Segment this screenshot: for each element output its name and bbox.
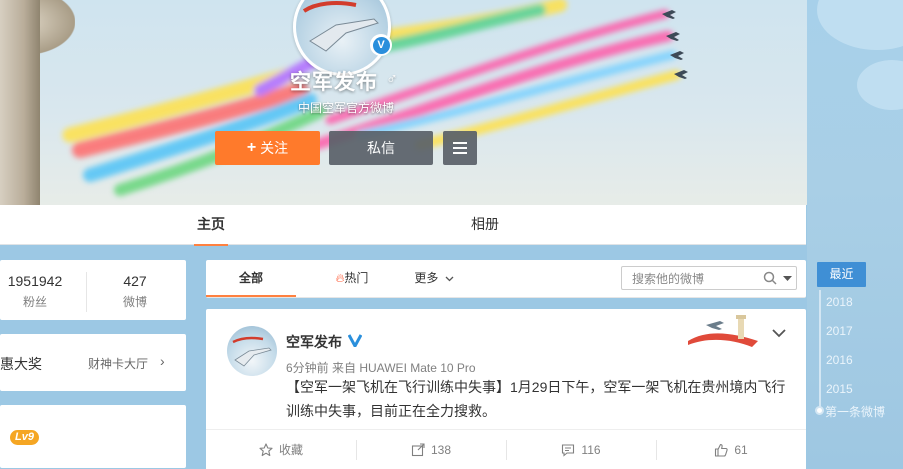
timeline-year-2017[interactable]: 2017: [826, 324, 853, 338]
followers-count[interactable]: 1951942: [0, 273, 70, 289]
tab-album[interactable]: 相册: [470, 205, 500, 244]
like-button[interactable]: 61: [656, 430, 806, 469]
timeline-dot-icon: [815, 406, 824, 415]
comment-count: 116: [581, 442, 601, 457]
tab-hot-label: 热门: [344, 271, 369, 285]
level-card: Lv9: [0, 405, 186, 468]
smoke-trails-illustration: [62, 0, 688, 196]
lottery-card[interactable]: 惠大奖 财神卡大厅 ›: [0, 334, 186, 391]
post-author-avatar[interactable]: [227, 326, 277, 376]
favorite-button[interactable]: 收藏: [206, 430, 356, 469]
message-button[interactable]: 私信: [329, 131, 433, 165]
decoration-banner-icon: [688, 315, 758, 347]
follow-label: 关注: [260, 140, 289, 156]
timeline-current[interactable]: 最近: [817, 262, 866, 287]
pillar-decoration: [0, 0, 40, 205]
cloud-decoration: [817, 0, 903, 50]
verified-v-icon: [348, 334, 362, 347]
post-card: 空军发布 6分钟前 来自 HUAWEI Mate 10 Pro 【空军一架飞机在…: [206, 309, 806, 469]
stats-card: 1951942 粉丝 427 微博: [0, 260, 186, 320]
star-icon: [259, 442, 273, 456]
followers-label[interactable]: 粉丝: [0, 293, 70, 310]
timeline-year-2015[interactable]: 2015: [826, 382, 853, 396]
page-background: [807, 0, 903, 468]
thumbs-up-icon: [715, 443, 728, 457]
more-menu-button[interactable]: [443, 131, 477, 165]
dropdown-arrow-icon[interactable]: [783, 276, 792, 282]
search-icon[interactable]: [763, 271, 777, 285]
lottery-label: 惠大奖: [0, 356, 42, 372]
post-actions: 收藏 138 116 61: [206, 429, 806, 469]
tab-home[interactable]: 主页: [194, 205, 228, 246]
like-count: 61: [734, 442, 748, 457]
chevron-down-icon: [445, 276, 454, 282]
chevron-down-icon[interactable]: [772, 329, 786, 338]
repost-button[interactable]: 138: [356, 430, 506, 469]
tab-hot[interactable]: 🔥︎热门: [322, 260, 382, 296]
post-text: 【空军一架飞机在飞行训练中失事】1月29日下午，空军一架飞机在贵州境内飞行训练中…: [286, 379, 786, 419]
divider: [86, 272, 87, 312]
favorite-label: 收藏: [278, 443, 303, 457]
tab-more-label: 更多: [414, 271, 439, 285]
timeline-year-2018[interactable]: 2018: [826, 295, 853, 309]
cover-banner: V 空军发布 ♂ 中国空军官方微博 + 关注 私信: [0, 0, 807, 205]
comment-button[interactable]: 116: [506, 430, 656, 469]
repost-icon: [411, 442, 425, 456]
profile-nav: 主页 相册: [0, 205, 806, 246]
repost-count: 138: [430, 442, 452, 457]
male-gender-icon: ♂: [386, 71, 398, 88]
post-author-name[interactable]: 空军发布: [286, 332, 342, 352]
timeline-first-post[interactable]: 第一条微博: [825, 403, 885, 420]
comment-icon: [562, 443, 575, 457]
search-input[interactable]: [630, 270, 762, 288]
chevron-right-icon: ›: [160, 353, 165, 369]
plus-icon: +: [246, 139, 257, 156]
jet-icon: [662, 10, 688, 79]
tab-all[interactable]: 全部: [206, 260, 296, 297]
timeline-line: [819, 290, 821, 410]
profile-name: 空军发布: [290, 71, 378, 94]
message-label: 私信: [367, 140, 395, 156]
level-badge: Lv9: [10, 430, 39, 445]
follow-button[interactable]: + 关注: [215, 131, 320, 165]
lottery-link[interactable]: 财神卡大厅: [88, 355, 148, 372]
posts-label[interactable]: 微博: [100, 293, 170, 310]
posts-count[interactable]: 427: [100, 273, 170, 289]
cloud-decoration: [857, 60, 903, 110]
profile-description: 中国空军官方微博: [298, 101, 395, 115]
timeline-year-2016[interactable]: 2016: [826, 353, 853, 367]
search-box: [621, 266, 797, 290]
post-meta: 6分钟前 来自 HUAWEI Mate 10 Pro: [286, 361, 476, 375]
verified-badge-icon: V: [370, 34, 392, 56]
menu-icon: [453, 142, 467, 154]
tab-more[interactable]: 更多: [409, 260, 459, 296]
jet-avatar-illustration: [232, 336, 272, 367]
